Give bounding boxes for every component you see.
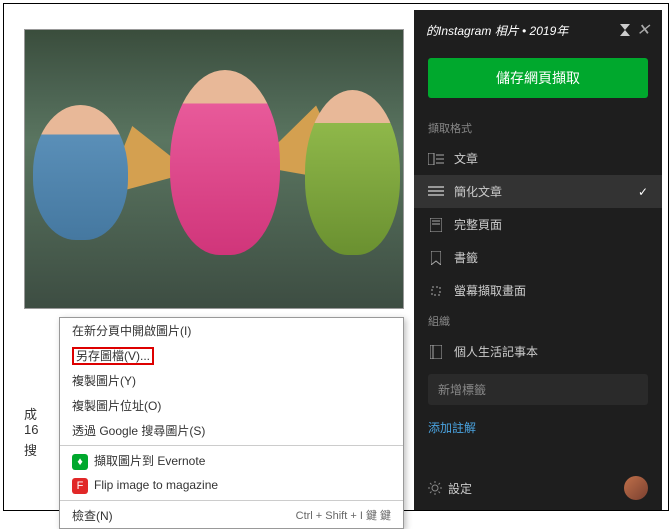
page-text: 成 (24, 404, 37, 423)
tag-input[interactable]: 新增標籤 (428, 374, 648, 405)
format-bookmark[interactable]: 書籤 (414, 241, 662, 274)
format-label: 書籤 (454, 249, 478, 266)
close-icon[interactable]: ✕ (637, 20, 650, 40)
add-annotation-link[interactable]: 添加註解 (414, 411, 662, 444)
ctx-copy-address[interactable]: 複製圖片位址(O) (60, 393, 403, 418)
gear-icon[interactable] (428, 481, 442, 495)
lines-icon (428, 185, 444, 199)
photo-preview[interactable] (24, 29, 404, 309)
page-text: 16 (24, 422, 38, 437)
settings-link[interactable]: 設定 (448, 480, 472, 497)
evernote-icon: ♦ (72, 454, 88, 470)
ctx-save-as[interactable]: 另存圖檔(V)... (60, 343, 403, 368)
flipboard-icon: F (72, 478, 88, 494)
panel-title: 的Instagram 相片 • 2019年 (426, 22, 613, 39)
crop-icon (428, 284, 444, 298)
bookmark-icon (428, 251, 444, 265)
section-format-label: 擷取格式 (414, 114, 662, 142)
notebook-icon (428, 345, 444, 359)
context-menu: 在新分頁中開啟圖片(I) 另存圖檔(V)... 複製圖片(Y) 複製圖片位址(O… (59, 317, 404, 529)
page-text: 搜 (24, 440, 37, 459)
avatar[interactable] (624, 476, 648, 500)
ctx-flipboard[interactable]: FFlip image to magazine (60, 474, 403, 498)
ctx-google-search[interactable]: 透過 Google 搜尋圖片(S) (60, 418, 403, 443)
check-icon: ✓ (638, 185, 648, 199)
evernote-clipper-panel: 的Instagram 相片 • 2019年 ✕ 儲存網頁擷取 擷取格式 文章 簡… (414, 10, 662, 510)
format-label: 螢幕擷取畫面 (454, 282, 526, 299)
format-label: 文章 (454, 150, 478, 167)
notebook-selector[interactable]: 個人生活記事本 (414, 335, 662, 368)
format-screenshot[interactable]: 螢幕擷取畫面 (414, 274, 662, 307)
hourglass-icon (619, 23, 631, 37)
notebook-label: 個人生活記事本 (454, 343, 538, 360)
article-icon (428, 152, 444, 166)
format-simplified[interactable]: 簡化文章 ✓ (414, 175, 662, 208)
page-icon (428, 218, 444, 232)
ctx-evernote[interactable]: ♦擷取圖片到 Evernote (60, 448, 403, 474)
ctx-inspect[interactable]: 檢查(N)Ctrl + Shift + I 鍵 鍵 (60, 503, 403, 528)
ctx-copy-image[interactable]: 複製圖片(Y) (60, 368, 403, 393)
ctx-open-new-tab[interactable]: 在新分頁中開啟圖片(I) (60, 318, 403, 343)
format-label: 簡化文章 (454, 183, 502, 200)
save-clip-button[interactable]: 儲存網頁擷取 (428, 58, 648, 98)
format-fullpage[interactable]: 完整頁面 (414, 208, 662, 241)
format-article[interactable]: 文章 (414, 142, 662, 175)
format-label: 完整頁面 (454, 216, 502, 233)
section-org-label: 組織 (414, 307, 662, 335)
